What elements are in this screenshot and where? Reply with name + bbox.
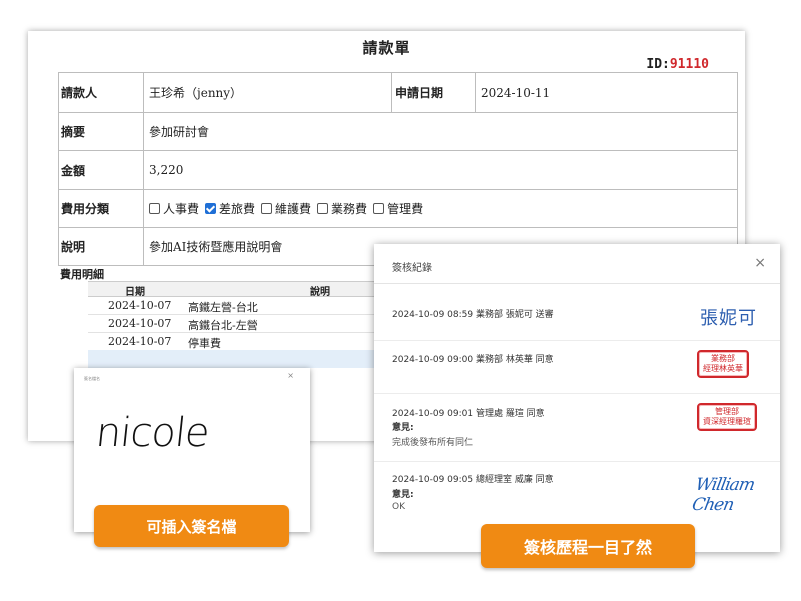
summary-row: 摘要 參加研討會 (58, 113, 738, 151)
approval-record: 2024-10-09 08:59 業務部 張妮可 送審 張妮可 (374, 284, 780, 341)
category-option[interactable]: 業務費 (317, 200, 367, 217)
approval-stamp: 業務部 經理林英華 (697, 350, 749, 378)
category-options: 人事費 差旅費 維護費 業務費 管理費 (149, 190, 429, 227)
date-label: 申請日期 (395, 86, 444, 100)
summary-value: 參加研討會 (149, 125, 210, 139)
insert-signature-callout: 可插入簽名檔 (94, 505, 289, 547)
expense-title: 費用明細 (60, 268, 104, 281)
category-option[interactable]: 維護費 (261, 200, 311, 217)
amount-label: 金額 (61, 163, 86, 178)
category-label: 費用分類 (61, 202, 110, 216)
form-title: 請款單 (362, 39, 411, 57)
approval-stamp: 管理部 資深經理羅瑄 (697, 403, 757, 431)
handwritten-signature: nicole (93, 410, 212, 456)
close-icon[interactable]: × (287, 371, 294, 380)
checkbox-icon[interactable] (261, 203, 273, 214)
amount-value: 3,220 (149, 163, 184, 177)
date-value: 2024-10-11 (481, 85, 551, 100)
form-id-value: 91110 (669, 57, 709, 72)
checkbox-icon[interactable] (317, 203, 329, 214)
applicant-value: 王珍希（jenny） (149, 86, 243, 100)
approval-history-modal: 簽核紀錄 × 2024-10-09 08:59 業務部 張妮可 送審 張妮可 2… (374, 244, 780, 552)
category-row: 費用分類 人事費 差旅費 維護費 業務費 管理費 (58, 190, 738, 228)
category-option[interactable]: 管理費 (373, 200, 423, 217)
signature-image: William Chen (690, 475, 756, 515)
desc-label: 說明 (61, 240, 86, 254)
form-id-label: ID: (646, 57, 670, 72)
approval-record: 2024-10-09 09:05 總經理室 威廉 同意 意見: OK Willi… (374, 461, 780, 521)
approval-record: 2024-10-09 09:01 管理處 羅瑄 同意 意見: 完成後發布所有同仁… (374, 393, 780, 462)
desc-value: 參加AI技術暨應用說明會 (149, 240, 283, 254)
category-option[interactable]: 差旅費 (205, 200, 255, 217)
form-grid: 請款人 王珍希（jenny） 申請日期 2024-10-11 摘要 參加研討會 … (58, 72, 738, 266)
approval-record: 2024-10-09 09:00 業務部 林英華 同意 業務部 經理林英華 (374, 340, 780, 394)
approval-history-callout: 簽核歷程一目了然 (481, 524, 695, 568)
signature-image: 張妮可 (700, 308, 757, 329)
close-icon[interactable]: × (754, 255, 766, 271)
modal-title: 簽核紀錄 (392, 263, 432, 274)
summary-label: 摘要 (61, 125, 86, 139)
form-id: ID:91110 (646, 57, 709, 72)
amount-row: 金額 3,220 (58, 151, 738, 190)
checkbox-checked-icon[interactable] (205, 203, 217, 214)
signature-dialog-header: 簽名檔名 (84, 376, 100, 381)
applicant-label: 請款人 (61, 86, 98, 100)
category-option[interactable]: 人事費 (149, 200, 199, 217)
checkbox-icon[interactable] (149, 203, 160, 214)
applicant-row: 請款人 王珍希（jenny） 申請日期 2024-10-11 (58, 73, 738, 113)
checkbox-icon[interactable] (373, 203, 385, 214)
